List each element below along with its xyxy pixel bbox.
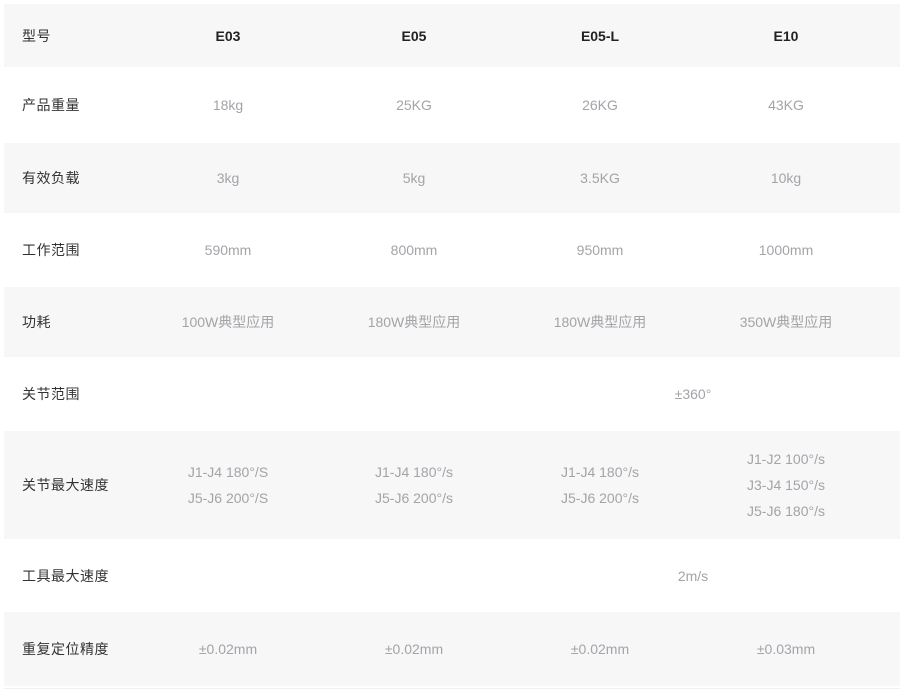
cell-power-e05l: 180W典型应用 (507, 287, 693, 357)
cell-repeatability-e03: ±0.02mm (135, 612, 321, 686)
joint-speed-line: J1-J4 180°/s (507, 459, 693, 485)
spacer-cell (879, 431, 900, 539)
joint-speed-line: J5-J6 200°/s (321, 485, 507, 511)
row-power-consumption: 功耗 100W典型应用 180W典型应用 180W典型应用 350W典型应用 (4, 287, 900, 357)
cell-payload-e05l: 3.5KG (507, 143, 693, 213)
column-header-e05: E05 (321, 4, 507, 67)
cell-power-e05: 180W典型应用 (321, 287, 507, 357)
cell-power-e03: 100W典型应用 (135, 287, 321, 357)
row-label-working-range: 工作范围 (4, 213, 135, 287)
joint-speed-line: J5-J6 180°/s (693, 498, 879, 524)
cell-product-weight-e05l: 26KG (507, 67, 693, 143)
joint-speed-line: J1-J4 180°/s (321, 459, 507, 485)
bottom-divider (4, 688, 900, 689)
row-label-payload: 有效负载 (4, 143, 135, 213)
cell-repeatability-e05l: ±0.02mm (507, 612, 693, 686)
cell-payload-e05: 5kg (321, 143, 507, 213)
spacer-cell (879, 287, 900, 357)
joint-speed-line: J1-J4 180°/S (135, 459, 321, 485)
cell-product-weight-e05: 25KG (321, 67, 507, 143)
cell-joint-speed-e05: J1-J4 180°/s J5-J6 200°/s (321, 431, 507, 539)
column-header-e03: E03 (135, 4, 321, 67)
cell-payload-e10: 10kg (693, 143, 879, 213)
cell-payload-e03: 3kg (135, 143, 321, 213)
cell-joint-speed-e05l: J1-J4 180°/s J5-J6 200°/s (507, 431, 693, 539)
cell-working-range-e05: 800mm (321, 213, 507, 287)
row-label-product-weight: 产品重量 (4, 67, 135, 143)
cell-working-range-e05l: 950mm (507, 213, 693, 287)
column-header-e10: E10 (693, 4, 879, 67)
row-joint-range: 关节范围 ±360° (4, 357, 900, 431)
spacer-cell (879, 213, 900, 287)
cell-product-weight-e03: 18kg (135, 67, 321, 143)
cell-power-e10: 350W典型应用 (693, 287, 879, 357)
row-repeatability: 重复定位精度 ±0.02mm ±0.02mm ±0.02mm ±0.03mm (4, 612, 900, 686)
empty-cell (135, 357, 507, 431)
cell-working-range-e10: 1000mm (693, 213, 879, 287)
spacer-cell (879, 4, 900, 67)
cell-repeatability-e05: ±0.02mm (321, 612, 507, 686)
row-working-range: 工作范围 590mm 800mm 950mm 1000mm (4, 213, 900, 287)
row-label-power-consumption: 功耗 (4, 287, 135, 357)
spacer-cell (879, 612, 900, 686)
row-label-max-tool-speed: 工具最大速度 (4, 539, 135, 612)
header-label-model: 型号 (4, 4, 135, 67)
column-header-e05l: E05-L (507, 4, 693, 67)
row-max-tool-speed: 工具最大速度 2m/s (4, 539, 900, 612)
row-label-max-joint-speed: 关节最大速度 (4, 431, 135, 539)
row-label-repeatability: 重复定位精度 (4, 612, 135, 686)
joint-speed-line: J5-J6 200°/s (507, 485, 693, 511)
spacer-cell (879, 143, 900, 213)
row-label-joint-range: 关节范围 (4, 357, 135, 431)
empty-cell (135, 539, 507, 612)
cell-joint-speed-e10: J1-J2 100°/s J3-J4 150°/s J5-J6 180°/s (693, 431, 879, 539)
cell-tool-speed-shared: 2m/s (507, 539, 879, 612)
spec-table: 型号 E03 E05 E05-L E10 产品重量 18kg 25KG 26KG… (4, 4, 900, 686)
cell-working-range-e03: 590mm (135, 213, 321, 287)
cell-joint-speed-e03: J1-J4 180°/S J5-J6 200°/S (135, 431, 321, 539)
cell-repeatability-e10: ±0.03mm (693, 612, 879, 686)
cell-joint-range-shared: ±360° (507, 357, 879, 431)
joint-speed-line: J3-J4 150°/s (693, 472, 879, 498)
spacer-cell (879, 67, 900, 143)
table-header-row: 型号 E03 E05 E05-L E10 (4, 4, 900, 67)
joint-speed-line: J5-J6 200°/S (135, 485, 321, 511)
spacer-cell (879, 357, 900, 431)
cell-product-weight-e10: 43KG (693, 67, 879, 143)
row-product-weight: 产品重量 18kg 25KG 26KG 43KG (4, 67, 900, 143)
row-max-joint-speed: 关节最大速度 J1-J4 180°/S J5-J6 200°/S J1-J4 1… (4, 431, 900, 539)
joint-speed-line: J1-J2 100°/s (693, 446, 879, 472)
spacer-cell (879, 539, 900, 612)
spec-section: 型号 E03 E05 E05-L E10 产品重量 18kg 25KG 26KG… (0, 0, 900, 689)
row-payload: 有效负载 3kg 5kg 3.5KG 10kg (4, 143, 900, 213)
